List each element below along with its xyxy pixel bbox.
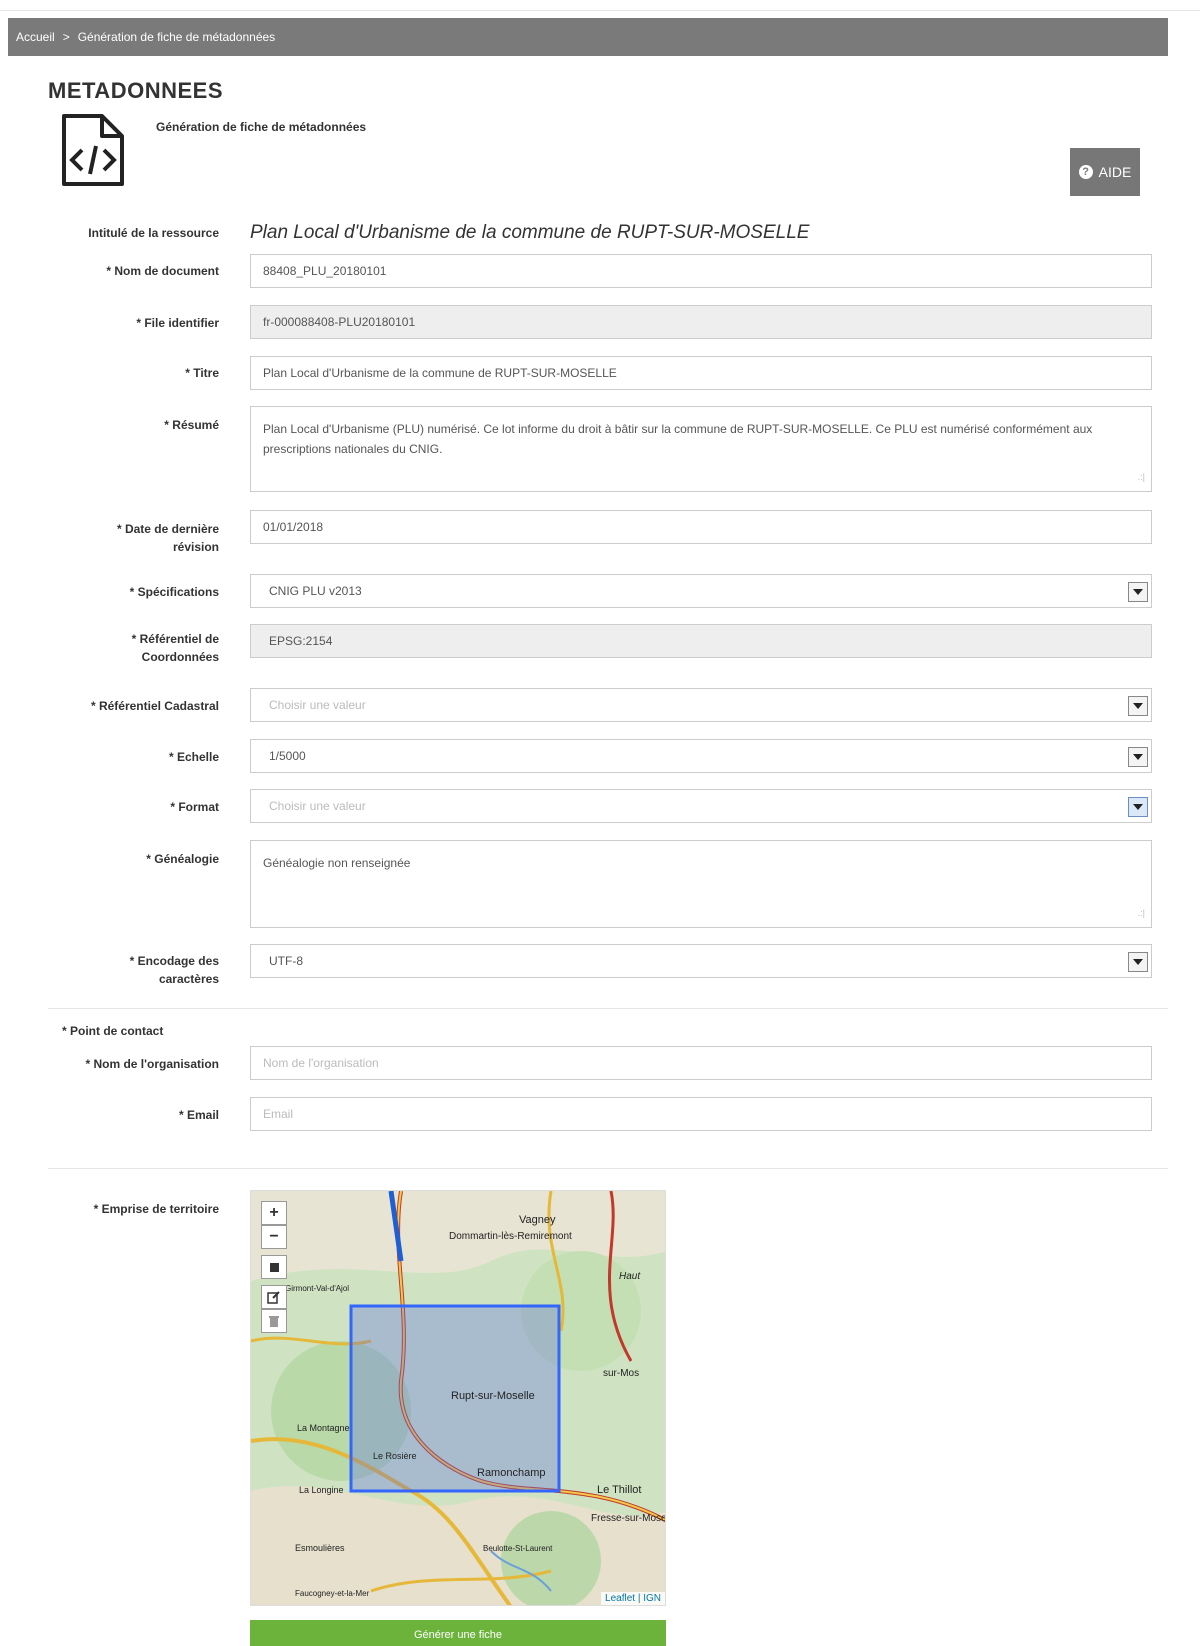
revision-date-input[interactable]: 01/01/2018: [250, 510, 1152, 544]
edit-layer-button[interactable]: [261, 1285, 287, 1309]
revision-date-label: * Date de dernière révision: [116, 522, 219, 554]
delete-layer-button[interactable]: [261, 1309, 287, 1333]
map-attribution[interactable]: Leaflet | IGN: [601, 1592, 665, 1605]
section-divider: [48, 1008, 1168, 1009]
resize-grip-icon[interactable]: .:|: [1138, 467, 1145, 487]
echelle-label: * Echelle: [168, 750, 219, 764]
genealogie-label: * Généalogie: [146, 852, 219, 866]
chevron-down-icon[interactable]: [1128, 797, 1148, 817]
territory-label: * Emprise de territoire: [93, 1202, 219, 1216]
cadastral-ref-label: * Référentiel Cadastral: [90, 699, 219, 713]
chevron-down-icon[interactable]: [1128, 582, 1148, 602]
map-label: Dommartin-lès-Remiremont: [449, 1231, 572, 1242]
map-label: Rupt-sur-Moselle: [451, 1390, 535, 1402]
aide-button-label: AIDE: [1098, 164, 1132, 180]
page-title: METADONNEES: [48, 78, 223, 103]
encoding-select[interactable]: UTF-8: [250, 944, 1152, 978]
breadcrumb-current: Génération de fiche de métadonnées: [77, 30, 276, 44]
map-label: Faucogney-et-la-Mer: [295, 1589, 370, 1598]
breadcrumb-separator: >: [62, 30, 70, 44]
chevron-down-icon[interactable]: [1128, 696, 1148, 716]
echelle-select[interactable]: 1/5000: [250, 739, 1152, 773]
edit-icon: [267, 1291, 280, 1304]
map-label: Vagney: [519, 1214, 556, 1226]
encoding-value: UTF-8: [269, 954, 303, 968]
section-divider: [48, 1168, 1168, 1169]
territory-map[interactable]: Vagney Dommartin-lès-Remiremont Rupt-sur…: [250, 1190, 666, 1606]
map-label: Beulotte-St-Laurent: [483, 1544, 553, 1553]
map-label: sur-Mos: [603, 1368, 639, 1379]
cadastral-ref-placeholder: Choisir une valeur: [269, 698, 366, 712]
chevron-down-icon[interactable]: [1128, 952, 1148, 972]
trash-icon: [269, 1316, 279, 1327]
genealogie-text: Généalogie non renseignée: [263, 856, 411, 870]
resize-grip-icon[interactable]: .:|: [1138, 903, 1145, 923]
breadcrumb-home-link[interactable]: Accueil: [16, 30, 55, 44]
code-file-icon: [60, 112, 126, 188]
map-label: Esmoulières: [295, 1543, 345, 1553]
chevron-down-icon[interactable]: [1128, 747, 1148, 767]
resume-text: Plan Local d'Urbanisme (PLU) numérisé. C…: [263, 422, 1093, 456]
resource-title-label: Intitulé de la ressource: [88, 226, 219, 240]
genealogie-textarea[interactable]: Généalogie non renseignée .:|: [250, 840, 1152, 928]
zoom-in-button[interactable]: +: [261, 1201, 287, 1225]
zoom-out-button[interactable]: −: [261, 1225, 287, 1249]
map-tiles: Vagney Dommartin-lès-Remiremont Rupt-sur…: [251, 1191, 666, 1605]
email-label: * Email: [178, 1108, 219, 1122]
specifications-select[interactable]: CNIG PLU v2013: [250, 574, 1152, 608]
resume-textarea[interactable]: Plan Local d'Urbanisme (PLU) numérisé. C…: [250, 406, 1152, 492]
map-label: Le Rosière: [373, 1451, 417, 1461]
resource-title-value: Plan Local d'Urbanisme de la commune de …: [250, 222, 810, 243]
map-label: Haut: [619, 1271, 641, 1282]
page-subtitle: Génération de fiche de métadonnées: [156, 120, 367, 134]
top-divider: [0, 10, 1200, 11]
format-placeholder: Choisir une valeur: [269, 799, 366, 813]
map-label: Le Thillot: [597, 1484, 641, 1496]
format-select[interactable]: Choisir une valeur: [250, 789, 1152, 823]
document-name-input[interactable]: 88408_PLU_20180101: [250, 254, 1152, 288]
map-label: Ramonchamp: [477, 1467, 545, 1479]
aide-button[interactable]: ? AIDE: [1070, 148, 1140, 196]
file-identifier-input: fr-000088408-PLU20180101: [250, 305, 1152, 339]
echelle-value: 1/5000: [269, 749, 306, 763]
map-label: La Longine: [299, 1485, 344, 1495]
resume-label: * Résumé: [164, 418, 219, 432]
map-controls: + −: [261, 1201, 287, 1333]
generate-button[interactable]: Générer une fiche: [250, 1620, 666, 1646]
email-input[interactable]: Email: [250, 1097, 1152, 1131]
titre-label: * Titre: [185, 366, 219, 380]
cadastral-ref-select[interactable]: Choisir une valeur: [250, 688, 1152, 722]
document-name-label: * Nom de document: [106, 264, 219, 278]
draw-rectangle-button[interactable]: [261, 1255, 287, 1279]
contact-section-label: * Point de contact: [62, 1024, 164, 1038]
specifications-value: CNIG PLU v2013: [269, 584, 362, 598]
map-label: Girmont-Val-d'Ajol: [285, 1284, 349, 1293]
map-label: Fresse-sur-Moselle: [591, 1513, 666, 1524]
organisation-input[interactable]: Nom de l'organisation: [250, 1046, 1152, 1080]
titre-input[interactable]: Plan Local d'Urbanisme de la commune de …: [250, 356, 1152, 390]
format-label: * Format: [170, 800, 219, 814]
encoding-label: * Encodage des caractères: [129, 954, 219, 986]
coord-ref-input: EPSG:2154: [250, 624, 1152, 658]
file-identifier-label: * File identifier: [136, 316, 219, 330]
question-circle-icon: ?: [1078, 165, 1093, 179]
square-icon: [269, 1262, 279, 1272]
breadcrumb: Accueil > Génération de fiche de métadon…: [8, 18, 1168, 56]
organisation-label: * Nom de l'organisation: [85, 1057, 219, 1071]
map-label: La Montagne: [297, 1423, 350, 1433]
specifications-label: * Spécifications: [129, 585, 219, 599]
coord-ref-label: * Référentiel de Coordonnées: [131, 632, 219, 664]
